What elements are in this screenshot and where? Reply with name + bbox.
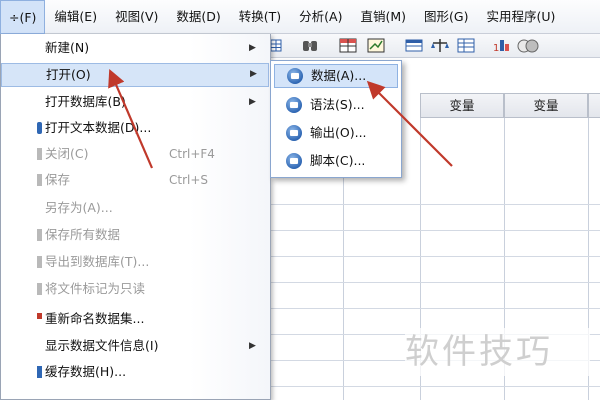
annotation-arrows bbox=[108, 68, 453, 169]
annotation-arrow bbox=[108, 68, 154, 169]
annotation-arrow bbox=[366, 80, 453, 167]
screenshot-stage: ÷(F) 编辑(E) 视图(V) 数据(D) 转换(T) 分析(A) 直销(M)… bbox=[0, 0, 600, 400]
